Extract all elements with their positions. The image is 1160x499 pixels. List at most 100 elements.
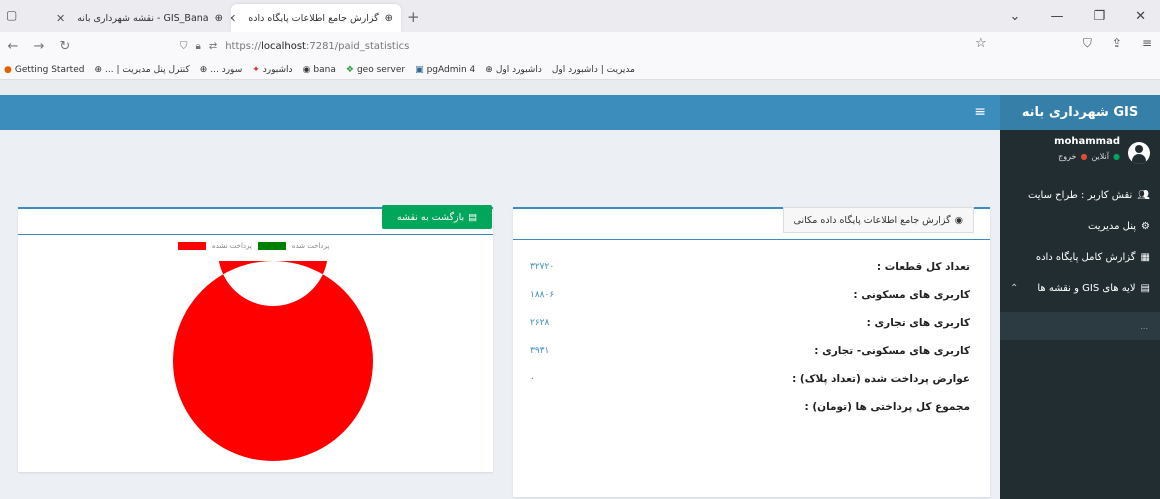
url-prefix: https:// [225,40,262,52]
chevron-up-icon: ⌃ [1010,283,1019,294]
sidebar-item-admin-panel[interactable]: ⚙ پنل مدیریت [1000,211,1160,242]
bookmark-item[interactable]: مدیریت | داشبورد اول [552,65,635,75]
tab-label: گزارش جامع اطلاعات پایگاه داده [248,12,379,24]
bookmark-label: مدیریت | داشبورد اول [551,64,635,75]
user-role-icon: 👥︎ [1137,190,1150,201]
geoserver-icon: ❖ [345,64,354,75]
minimize-icon[interactable]: — [1050,9,1063,24]
globe-icon: ◉ [302,64,311,75]
bookmark-star-icon[interactable]: ☆ [975,36,987,51]
extensions-icon[interactable]: ⇪ [1112,36,1122,51]
sidebar-item-user-role[interactable]: 👥︎ نقش کاربر : طراح سایت [1000,180,1160,211]
legend-swatch-unpaid[interactable] [178,242,206,250]
reload-icon[interactable]: ↻ [52,39,78,54]
back-arrow-icon[interactable]: ← [0,39,26,54]
tab-list-icon[interactable]: ▢ [6,8,17,22]
bookmark-item[interactable]: ⊕... | کنترل پنل مدیریت [94,65,189,75]
statistics-panel: ◉ گزارش جامع اطلاعات پایگاه داده مکانی ت… [513,207,990,497]
permissions-icon: ⇄ [208,40,218,52]
legend-label-paid: پرداخت شده [291,242,330,250]
app-header: ≡ [0,95,1000,130]
bookmarks-bar: ● Getting Started ⊕... | کنترل پنل مدیریت… [0,60,1160,80]
online-dot-icon: ● [1113,152,1120,161]
new-tab-icon[interactable]: + [407,8,420,26]
stat-label: مجموع کل پرداختی ها (تومان) : [804,401,970,413]
sidebar-item-database-report[interactable]: ▦ گزارش کامل پایگاه داده [1000,242,1160,273]
sidebar-submenu-item[interactable]: ... [1000,312,1160,340]
bookmark-item[interactable]: ❖ geo server [346,65,405,75]
globe-icon: ⊕ [199,64,208,75]
bookmark-item[interactable]: ▣ pgAdmin 4 [415,65,475,75]
stat-row-commercial: کاربری های تجاری : ۲۶۲۸ [530,317,970,329]
close-icon[interactable]: ✕ [231,12,236,25]
sidebar-item-label: پنل مدیریت [1087,221,1137,232]
star-icon: ✦ [252,64,260,75]
logout-link[interactable]: خروج [1058,152,1076,161]
url-path: :7281/paid_statistics [305,40,410,52]
user-panel: mohammad ● آنلاین ● خروج [1000,130,1160,180]
stat-row-paid-plates: عوارض پرداخت شده (تعداد پلاک) : ۰ [530,373,970,385]
bookmark-label: داشبورد اول [495,64,542,75]
bookmark-label: geo server [356,64,406,75]
bookmark-label: ... سورد [210,64,243,75]
sidebar-item-gis-layers[interactable]: ▤ لایه های GIS و نقشه ها ⌃ [1000,273,1160,304]
map-icon: ▤ [468,211,478,223]
sidebar-item-label: لایه های GIS و نقشه ها [1037,283,1136,294]
stat-row-total-parcels: تعداد کل قطعات : ۳۲۷۲۰ [530,261,970,273]
chart-legend: پرداخت شده پرداخت نشده [178,242,329,250]
stat-label: کاربری های مسکونی- تجاری : [814,345,970,357]
forward-arrow-icon[interactable]: → [26,39,52,54]
legend-label-unpaid: پرداخت نشده [212,242,252,250]
online-label: آنلاین [1091,152,1110,161]
globe-icon: ⊕ [214,12,223,24]
username: mohammad [1054,136,1120,147]
bookmark-label: داشبورد [262,64,293,75]
globe-icon: ⊕ [94,64,102,75]
url-bar[interactable]: ⛉ 🔒︎ ⇄ https://localhost:7281/paid_stati… [180,36,1000,56]
browser-tab-gis[interactable]: ⊕ GIS_Bana - نقشه شهرداری بانه ✕ [26,4,231,32]
panel-divider [513,239,990,240]
bookmark-item[interactable]: ✦ داشبورد [252,65,292,75]
close-icon[interactable]: ✕ [56,12,65,25]
bookmark-item[interactable]: ⊕ داشبورد اول [485,65,542,75]
bookmark-item[interactable]: ● Getting Started [4,65,84,75]
close-window-icon[interactable]: ✕ [1135,9,1146,24]
brand-logo[interactable]: GIS شهرداری بانه [1000,95,1160,130]
bookmark-item[interactable]: ⊕... سورد [200,65,243,75]
bookmark-item[interactable]: ◉ bana [303,65,336,75]
legend-swatch-paid[interactable] [257,242,286,250]
globe-icon: ⊕ [485,64,493,75]
donut-chart [173,261,373,461]
sidebar-item-label: نقش کاربر : طراح سایت [1027,190,1133,201]
bookmark-label: bana [313,64,336,75]
bookmark-label: pgAdmin 4 [426,64,476,75]
browser-tab-report[interactable]: ⊕ گزارش جامع اطلاعات پایگاه داده ✕ [231,4,401,32]
url-host: localhost [261,40,306,52]
shield-icon: ⛉ [180,40,188,52]
chevron-down-icon[interactable]: ⌄ [1010,9,1021,24]
chart-panel: ▤ بازگشت به نقشه پرداخت شده پرداخت نشده [18,205,493,472]
back-to-map-button[interactable]: ▤ بازگشت به نقشه [382,205,492,229]
database-icon: ▦ [1140,252,1150,263]
tab-label: GIS_Bana - نقشه شهرداری بانه [77,12,209,24]
cogs-icon: ⚙ [1141,221,1150,232]
logout-dot-icon: ● [1080,152,1088,161]
stat-label: کاربری های مسکونی : [853,289,970,301]
avatar [1128,142,1150,164]
stat-label: تعداد کل قطعات : [876,261,970,273]
toolbar-icons: ⛉ ⇪ ≡ [1083,36,1152,51]
stat-value: ۳۲۷۲۰ [530,262,555,272]
bookmark-label: ... | کنترل پنل مدیریت [105,64,190,75]
stat-row-total-payments: مجموع کل پرداختی ها (تومان) : [530,401,970,413]
panel-divider [18,234,493,235]
lock-icon: 🔒︎ [195,40,201,52]
submenu-label: ... [1140,321,1148,331]
stat-value: ۲۶۲۸ [530,318,550,328]
globe-icon: ⊕ [384,12,393,24]
hamburger-menu-icon[interactable]: ≡ [974,104,986,120]
window-controls: ⌄ — ❐ ✕ [1010,0,1160,32]
restore-icon[interactable]: ❐ [1093,9,1105,24]
user-status: ● آنلاین ● خروج [1058,152,1120,161]
menu-icon[interactable]: ≡ [1142,36,1152,51]
pocket-icon[interactable]: ⛉ [1083,36,1092,51]
